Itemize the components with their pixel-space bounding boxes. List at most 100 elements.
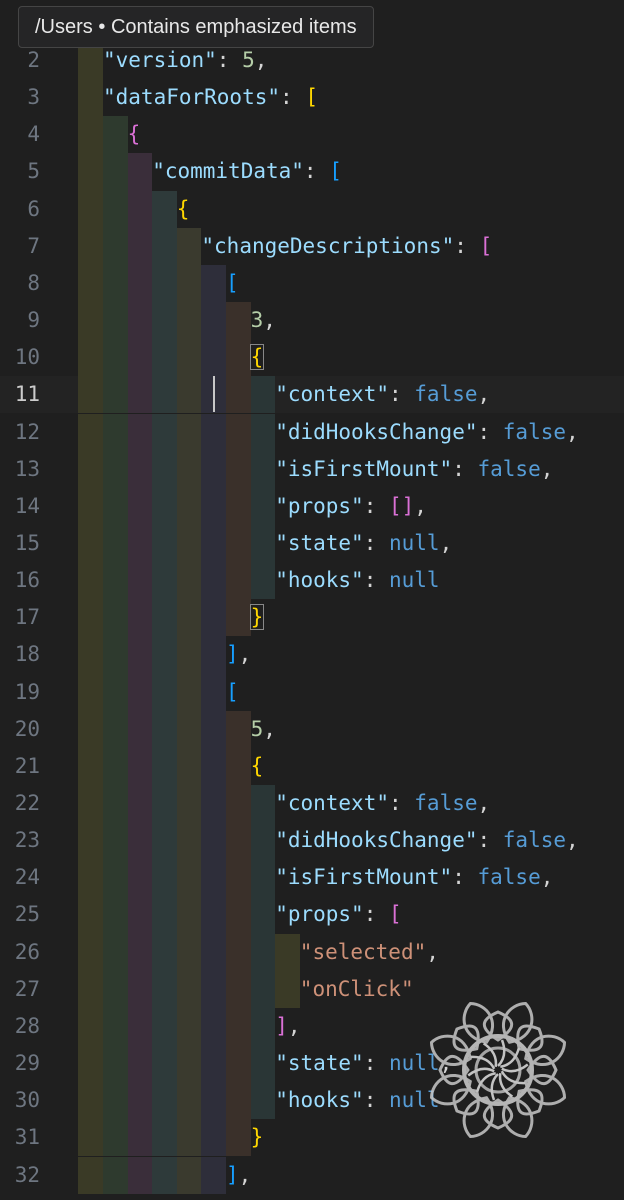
code-token: { [176,196,190,221]
code-token: "context" [275,382,389,407]
code-text[interactable]: "commitData": [ [152,153,342,190]
code-text[interactable]: "context": false, [275,785,490,822]
indent-guide [103,673,128,711]
line-number: 9 [27,308,40,333]
code-token: false [477,865,541,890]
indent-guide [226,970,251,1008]
code-line[interactable]: 24 "isFirstMount": false, [0,859,624,897]
code-token: , [263,716,276,741]
indent-guide [176,339,202,377]
code-line[interactable]: 9 3, [0,302,624,340]
code-line[interactable]: 25 "props": [ [0,896,624,934]
code-token: "isFirstMount" [275,456,453,481]
indent-guide [226,450,251,488]
code-text[interactable]: ], [226,1157,251,1194]
code-text[interactable]: "hooks": null [275,562,439,599]
watermark-swirl [490,1073,499,1101]
breadcrumb-path[interactable]: /Users [35,16,93,38]
code-line[interactable]: 22 "context": false, [0,785,624,823]
code-text[interactable]: "dataForRoots": [ [103,79,318,116]
code-text[interactable]: [ [226,265,239,302]
indent-guide [176,376,202,414]
code-token: , [540,456,554,481]
code-line[interactable]: 16 "hooks": null [0,562,624,600]
code-text[interactable]: "changeDescriptions": [ [201,228,492,265]
code-text[interactable]: { [249,339,265,376]
indent-guide [250,562,276,600]
code-text[interactable]: "onClick" [300,971,414,1008]
code-line[interactable]: 20 5, [0,710,624,748]
code-text[interactable]: "props": [ [275,896,401,933]
code-text[interactable]: { [128,116,141,153]
code-text[interactable]: } [251,1119,264,1156]
code-text[interactable]: "didHooksChange": false, [275,414,578,451]
code-text[interactable]: ], [275,1008,300,1045]
code-text[interactable]: "props": [], [275,488,427,525]
indent-guide [78,227,103,265]
code-line[interactable]: 3 "dataForRoots": [ [0,79,624,117]
indent-guide [152,710,177,748]
code-text[interactable]: 5, [251,711,276,748]
indent-guide [127,822,153,860]
code-text[interactable]: 3, [251,302,276,339]
indent-guide [152,970,177,1008]
indent-guide [176,933,202,971]
indent-guide [201,636,226,674]
code-text[interactable]: "isFirstMount": false, [275,451,553,488]
code-text[interactable]: "context": false, [275,376,490,413]
code-line[interactable]: 32], [0,1156,624,1194]
indent-guide [78,970,103,1008]
code-token: { [250,753,264,778]
code-text[interactable]: "didHooksChange": false, [275,822,578,859]
code-text[interactable]: } [249,599,265,636]
code-line[interactable]: 17} [0,599,624,637]
code-line[interactable]: 5 "commitData": [ [0,153,624,191]
code-text[interactable]: "state": null, [275,525,452,562]
code-text[interactable]: "selected", [300,934,439,971]
indent-guide [250,524,276,563]
code-line[interactable]: 12 "didHooksChange": false, [0,413,624,451]
code-token: false [477,456,541,481]
code-line[interactable]: 26 "selected", [0,933,624,971]
code-line[interactable]: 6{ [0,190,624,228]
indent-guide [250,1007,276,1046]
code-line[interactable]: 18], [0,636,624,674]
code-text[interactable]: "isFirstMount": false, [275,859,553,896]
indent-guide [201,1007,226,1046]
code-token: : [216,48,243,72]
code-text[interactable]: [ [226,674,239,711]
code-text[interactable]: { [251,748,264,785]
code-line[interactable]: 19 [ [0,673,624,711]
code-token: false [414,791,478,815]
code-text[interactable]: "hooks": null [275,1082,439,1119]
indent-guide [201,413,226,451]
code-token: "hooks" [275,568,364,593]
code-line[interactable]: 15 "state": null, [0,524,624,563]
code-token: : [363,902,389,927]
breadcrumb[interactable]: /Users • Contains emphasized items [18,6,374,48]
indent-guide [201,933,226,971]
code-line[interactable]: 23 "didHooksChange": false, [0,822,624,860]
indent-guide [78,562,103,600]
code-token: "didHooksChange" [275,419,478,444]
code-line[interactable]: 10 { [0,339,624,377]
code-token: , [238,642,252,667]
indent-guide [176,785,202,823]
code-line[interactable]: 11 "context": false, [0,376,624,414]
indent-guide [250,1082,276,1120]
code-line[interactable]: 4{ [0,116,624,154]
indent-guide [78,822,103,860]
indent-guide [152,1082,177,1120]
indent-guide [103,747,128,785]
indent-guide [127,450,153,488]
indent-guide [152,896,177,934]
code-line[interactable]: 8[ [0,264,624,303]
code-text[interactable]: { [177,191,190,228]
code-line[interactable]: 13 "isFirstMount": false, [0,450,624,488]
code-line[interactable]: 21 { [0,747,624,785]
code-line[interactable]: 7 "changeDescriptions": [ [0,227,624,265]
code-line[interactable]: 14 "props": [], [0,487,624,525]
code-text[interactable]: ], [226,636,251,673]
code-token: : [363,1051,389,1076]
code-token: : [363,493,389,518]
